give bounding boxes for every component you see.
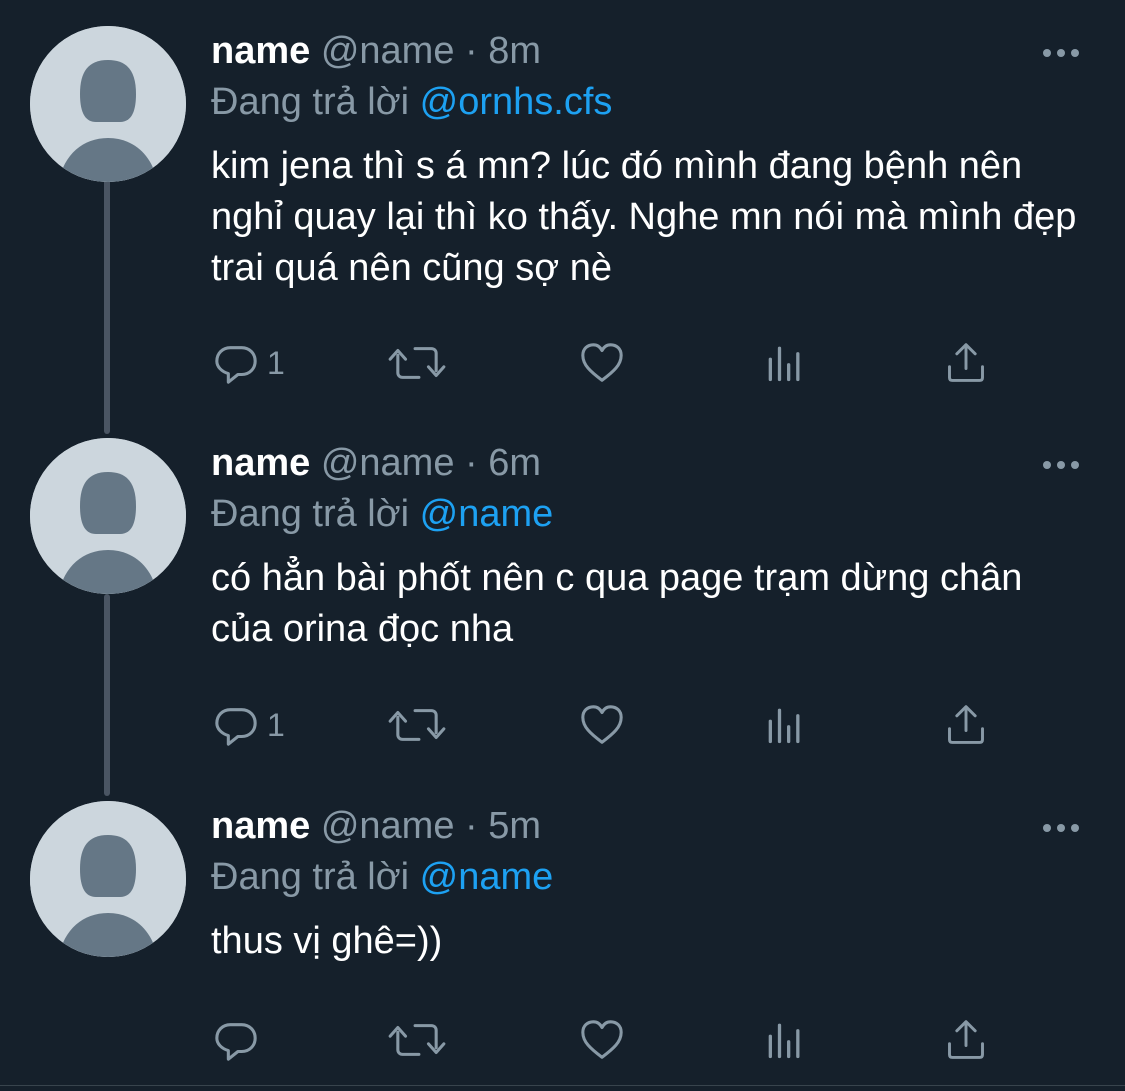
avatar[interactable] bbox=[30, 26, 186, 182]
tweet[interactable]: name @name · 5m Đang trả lời @name thus … bbox=[0, 801, 1125, 1071]
reply-count: 1 bbox=[267, 706, 285, 743]
share-button[interactable] bbox=[944, 338, 988, 388]
analytics-icon bbox=[763, 341, 807, 385]
tweet-header: name @name · 6m bbox=[211, 440, 541, 486]
share-icon bbox=[944, 1018, 988, 1062]
tweet-actions: 1 bbox=[211, 338, 1071, 388]
reply-icon bbox=[213, 702, 259, 748]
heart-icon bbox=[579, 1017, 625, 1063]
tweet-actions: 1 bbox=[211, 700, 1071, 750]
mention-link[interactable]: @name bbox=[420, 493, 554, 535]
timestamp[interactable]: 6m bbox=[488, 442, 541, 484]
retweet-icon bbox=[388, 340, 446, 386]
more-icon[interactable] bbox=[1040, 46, 1082, 60]
more-icon[interactable] bbox=[1040, 458, 1082, 472]
analytics-button[interactable] bbox=[763, 1015, 807, 1065]
reply-count: 1 bbox=[267, 344, 285, 381]
timestamp[interactable]: 8m bbox=[488, 30, 541, 72]
user-handle[interactable]: @name bbox=[321, 805, 455, 847]
tweet-header: name @name · 5m bbox=[211, 803, 541, 849]
reply-icon bbox=[213, 340, 259, 386]
default-avatar-icon bbox=[30, 26, 186, 182]
tweet-header: name @name · 8m bbox=[211, 28, 541, 74]
replying-to: Đang trả lời @name bbox=[211, 854, 553, 900]
reply-icon bbox=[213, 1017, 259, 1063]
reply-button[interactable]: 1 bbox=[213, 700, 285, 750]
avatar[interactable] bbox=[30, 438, 186, 594]
tweet[interactable]: name @name · 6m Đang trả lời @name có hẳ… bbox=[0, 438, 1125, 768]
analytics-icon bbox=[763, 1018, 807, 1062]
heart-icon bbox=[579, 702, 625, 748]
share-button[interactable] bbox=[944, 1015, 988, 1065]
tweet-actions bbox=[211, 1015, 1071, 1065]
tweet-text: có hẳn bài phốt nên c qua page trạm dừng… bbox=[211, 557, 1023, 650]
default-avatar-icon bbox=[30, 438, 186, 594]
more-icon[interactable] bbox=[1040, 821, 1082, 835]
replying-to-label: Đang trả lời bbox=[211, 856, 410, 898]
heart-icon bbox=[579, 340, 625, 386]
user-handle[interactable]: @name bbox=[321, 442, 455, 484]
analytics-button[interactable] bbox=[763, 700, 807, 750]
retweet-button[interactable] bbox=[388, 1015, 446, 1065]
analytics-button[interactable] bbox=[763, 338, 807, 388]
divider bbox=[0, 1085, 1125, 1086]
timestamp[interactable]: 5m bbox=[488, 805, 541, 847]
retweet-button[interactable] bbox=[388, 700, 446, 750]
replying-to-label: Đang trả lời bbox=[211, 81, 410, 123]
display-name[interactable]: name bbox=[211, 805, 310, 847]
analytics-icon bbox=[763, 703, 807, 747]
replying-to: Đang trả lời @ornhs.cfs bbox=[211, 79, 612, 125]
like-button[interactable] bbox=[579, 1015, 625, 1065]
replying-to-label: Đang trả lời bbox=[211, 493, 410, 535]
tweet-text: kim jena thì s á mn? lúc đó mình đang bệ… bbox=[211, 145, 1077, 289]
share-button[interactable] bbox=[944, 700, 988, 750]
mention-link[interactable]: @name bbox=[420, 856, 554, 898]
tweet-text: thus vị ghê=)) bbox=[211, 920, 443, 962]
reply-button[interactable] bbox=[213, 1015, 267, 1065]
avatar[interactable] bbox=[30, 801, 186, 957]
share-icon bbox=[944, 341, 988, 385]
retweet-button[interactable] bbox=[388, 338, 446, 388]
display-name[interactable]: name bbox=[211, 30, 310, 72]
default-avatar-icon bbox=[30, 801, 186, 957]
retweet-icon bbox=[388, 702, 446, 748]
mention-link[interactable]: @ornhs.cfs bbox=[420, 81, 613, 123]
meta-separator: · bbox=[465, 442, 478, 484]
replying-to: Đang trả lời @name bbox=[211, 491, 553, 537]
retweet-icon bbox=[388, 1017, 446, 1063]
like-button[interactable] bbox=[579, 338, 625, 388]
share-icon bbox=[944, 703, 988, 747]
conversation-thread: name @name · 8m Đang trả lời @ornhs.cfs … bbox=[0, 0, 1125, 1091]
reply-button[interactable]: 1 bbox=[213, 338, 285, 388]
meta-separator: · bbox=[465, 805, 478, 847]
tweet[interactable]: name @name · 8m Đang trả lời @ornhs.cfs … bbox=[0, 26, 1125, 396]
meta-separator: · bbox=[465, 30, 478, 72]
like-button[interactable] bbox=[579, 700, 625, 750]
display-name[interactable]: name bbox=[211, 442, 310, 484]
user-handle[interactable]: @name bbox=[321, 30, 455, 72]
